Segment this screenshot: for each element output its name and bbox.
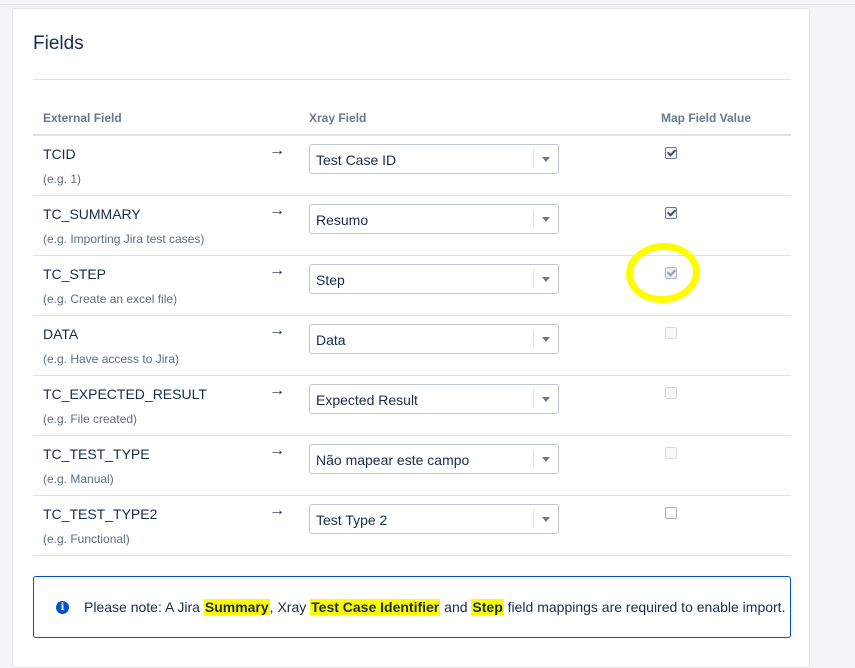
select-separator	[533, 210, 534, 228]
column-header-map-field-value: Map Field Value	[661, 111, 752, 125]
xray-field-select[interactable]: Test Type 2	[309, 504, 559, 534]
external-field-example: (e.g. Importing Jira test cases)	[43, 232, 205, 246]
external-field-example: (e.g. Have access to Jira)	[43, 352, 180, 366]
xray-field-select[interactable]: Resumo	[309, 204, 559, 234]
notice-prefix: Please note: A Jira	[84, 599, 204, 615]
external-field-example: (e.g. File created)	[43, 412, 138, 426]
right-arrow-icon: →	[269, 322, 285, 339]
notice-term-step: Step	[471, 599, 504, 615]
chevron-down-icon[interactable]	[542, 457, 550, 462]
chevron-down-icon[interactable]	[542, 157, 550, 162]
notice-mid2: and	[440, 599, 472, 615]
notice-mid1: , Xray	[269, 599, 311, 615]
map-field-value-checkbox[interactable]	[665, 447, 677, 459]
title-divider	[33, 79, 791, 80]
external-field-name: TCID	[43, 146, 76, 162]
xray-field-selected-value: Step	[316, 272, 345, 288]
field-row-data: DATA (e.g. Have access to Jira) → Data	[33, 316, 791, 376]
notice-suffix: field mappings are required to enable im…	[503, 599, 786, 615]
select-separator	[533, 330, 534, 348]
top-bar	[0, 0, 855, 5]
column-header-xray-field: Xray Field	[309, 111, 367, 125]
external-field-example: (e.g. Functional)	[43, 532, 130, 546]
map-field-value-checkbox[interactable]	[665, 147, 677, 159]
chevron-down-icon[interactable]	[542, 517, 550, 522]
map-field-value-checkbox[interactable]	[665, 387, 677, 399]
select-separator	[533, 270, 534, 288]
notice-term-test-case-identifier: Test Case Identifier	[310, 599, 441, 615]
map-field-value-checkbox[interactable]	[665, 507, 677, 519]
xray-field-select[interactable]: Não mapear este campo	[309, 444, 559, 474]
external-field-example: (e.g. Manual)	[43, 472, 114, 486]
external-field-example: (e.g. Create an excel file)	[43, 292, 178, 306]
xray-field-selected-value: Test Type 2	[316, 512, 388, 528]
right-arrow-icon: →	[269, 382, 285, 399]
field-row-tc-step: TC_STEP (e.g. Create an excel file) → St…	[33, 256, 791, 316]
map-field-value-checkbox[interactable]	[665, 327, 677, 339]
column-header-external-field: External Field	[43, 111, 122, 125]
chevron-down-icon[interactable]	[542, 217, 550, 222]
map-field-value-checkbox[interactable]	[665, 267, 677, 279]
select-separator	[533, 390, 534, 408]
right-arrow-icon: →	[269, 502, 285, 519]
notice-text: Please note: A Jira Summary, Xray Test C…	[84, 599, 785, 615]
select-separator	[533, 150, 534, 168]
external-field-name: TC_SUMMARY	[43, 206, 141, 222]
xray-field-select[interactable]: Expected Result	[309, 384, 559, 414]
field-row-tcid: TCID (e.g. 1) → Test Case ID	[33, 136, 791, 196]
right-arrow-icon: →	[269, 262, 285, 279]
external-field-example: (e.g. 1)	[43, 172, 82, 186]
select-separator	[533, 510, 534, 528]
fields-panel: Fields External Field Xray Field Map Fie…	[12, 8, 810, 668]
right-arrow-icon: →	[269, 202, 285, 219]
external-field-name: TC_EXPECTED_RESULT	[43, 386, 207, 402]
field-row-tc-expected-result: TC_EXPECTED_RESULT (e.g. File created) →…	[33, 376, 791, 436]
xray-field-select[interactable]: Data	[309, 324, 559, 354]
chevron-down-icon[interactable]	[542, 397, 550, 402]
chevron-down-icon[interactable]	[542, 277, 550, 282]
field-row-tc-test-type2: TC_TEST_TYPE2 (e.g. Functional) → Test T…	[33, 496, 791, 556]
xray-field-selected-value: Expected Result	[316, 392, 418, 408]
map-field-value-checkbox[interactable]	[665, 207, 677, 219]
field-row-tc-summary: TC_SUMMARY (e.g. Importing Jira test cas…	[33, 196, 791, 256]
section-title: Fields	[33, 33, 84, 54]
right-arrow-icon: →	[269, 442, 285, 459]
info-icon: i	[56, 601, 69, 614]
field-row-tc-test-type: TC_TEST_TYPE (e.g. Manual) → Não mapear …	[33, 436, 791, 496]
xray-field-selected-value: Resumo	[316, 212, 369, 228]
xray-field-selected-value: Não mapear este campo	[316, 452, 470, 468]
chevron-down-icon[interactable]	[542, 337, 550, 342]
xray-field-selected-value: Test Case ID	[316, 152, 397, 168]
xray-field-select[interactable]: Step	[309, 264, 559, 294]
notice-term-summary: Summary	[203, 599, 270, 615]
xray-field-selected-value: Data	[316, 332, 346, 348]
external-field-name: TC_TEST_TYPE2	[43, 506, 158, 522]
external-field-name: DATA	[43, 326, 79, 342]
xray-field-select[interactable]: Test Case ID	[309, 144, 559, 174]
external-field-name: TC_TEST_TYPE	[43, 446, 150, 462]
right-arrow-icon: →	[269, 142, 285, 159]
external-field-name: TC_STEP	[43, 266, 107, 282]
info-notice: i Please note: A Jira Summary, Xray Test…	[33, 576, 791, 638]
select-separator	[533, 450, 534, 468]
